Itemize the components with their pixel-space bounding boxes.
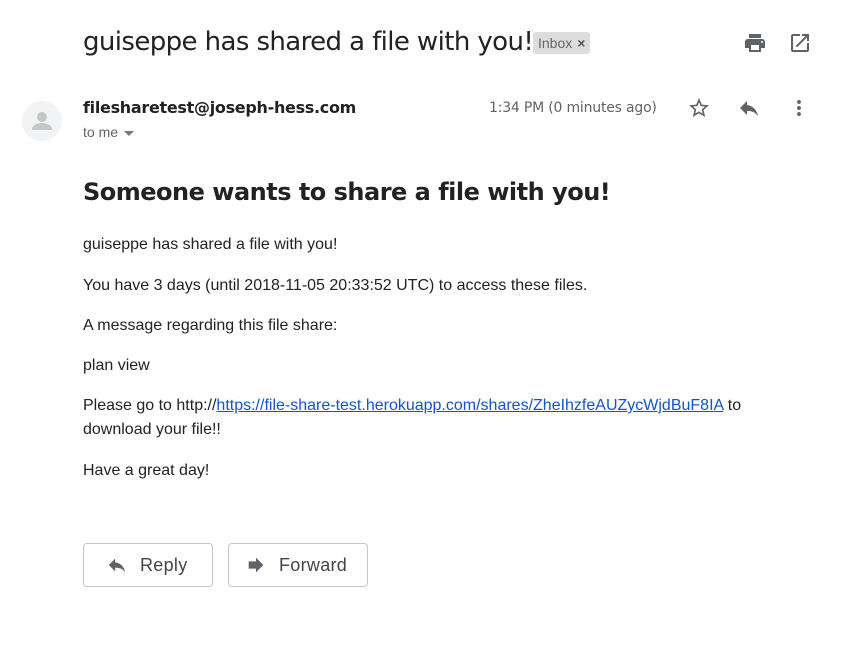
email-subject: guiseppe has shared a file with you! xyxy=(83,27,534,57)
reply-button[interactable]: Reply xyxy=(83,543,213,587)
message-line-3: A message regarding this file share: xyxy=(83,317,338,334)
message-heading: Someone wants to share a file with you! xyxy=(83,178,611,206)
label-text: Inbox xyxy=(538,35,573,51)
link-suffix: to xyxy=(723,397,742,414)
open-in-new-window-icon[interactable] xyxy=(788,31,812,55)
reply-icon[interactable] xyxy=(737,96,761,120)
star-icon[interactable] xyxy=(687,96,711,120)
recipient-details-toggle[interactable]: to me xyxy=(83,124,135,140)
download-paragraph: Please go to http://https://file-share-t… xyxy=(83,394,783,442)
share-link[interactable]: https://file-share-test.herokuapp.com/sh… xyxy=(216,397,723,414)
print-icon[interactable] xyxy=(743,31,767,55)
email-timestamp: 1:34 PM (0 minutes ago) xyxy=(489,100,657,116)
default-avatar-icon xyxy=(32,112,52,130)
inbox-label-chip[interactable]: Inbox × xyxy=(533,32,591,54)
avatar xyxy=(22,101,62,141)
reply-icon xyxy=(108,558,126,573)
message-line-4: plan view xyxy=(83,357,150,374)
message-line-1: guiseppe has shared a file with you! xyxy=(83,236,338,253)
message-line-2: You have 3 days (until 2018-11-05 20:33:… xyxy=(83,277,588,294)
forward-button[interactable]: Forward xyxy=(228,543,368,587)
remove-label-icon[interactable]: × xyxy=(577,35,585,51)
recipient-text: to me xyxy=(83,124,119,140)
link-prefix: Please go to http:// xyxy=(83,397,217,414)
more-vertical-icon[interactable] xyxy=(787,96,811,120)
forward-button-label: Forward xyxy=(279,554,348,575)
forward-arrow-icon xyxy=(248,557,264,573)
reply-button-label: Reply xyxy=(140,554,188,575)
link-line-2: download your file!! xyxy=(83,421,221,438)
chevron-down-icon xyxy=(124,130,135,136)
closing-line: Have a great day! xyxy=(83,462,210,479)
sender-email: filesharetest@joseph-hess.com xyxy=(83,98,357,117)
